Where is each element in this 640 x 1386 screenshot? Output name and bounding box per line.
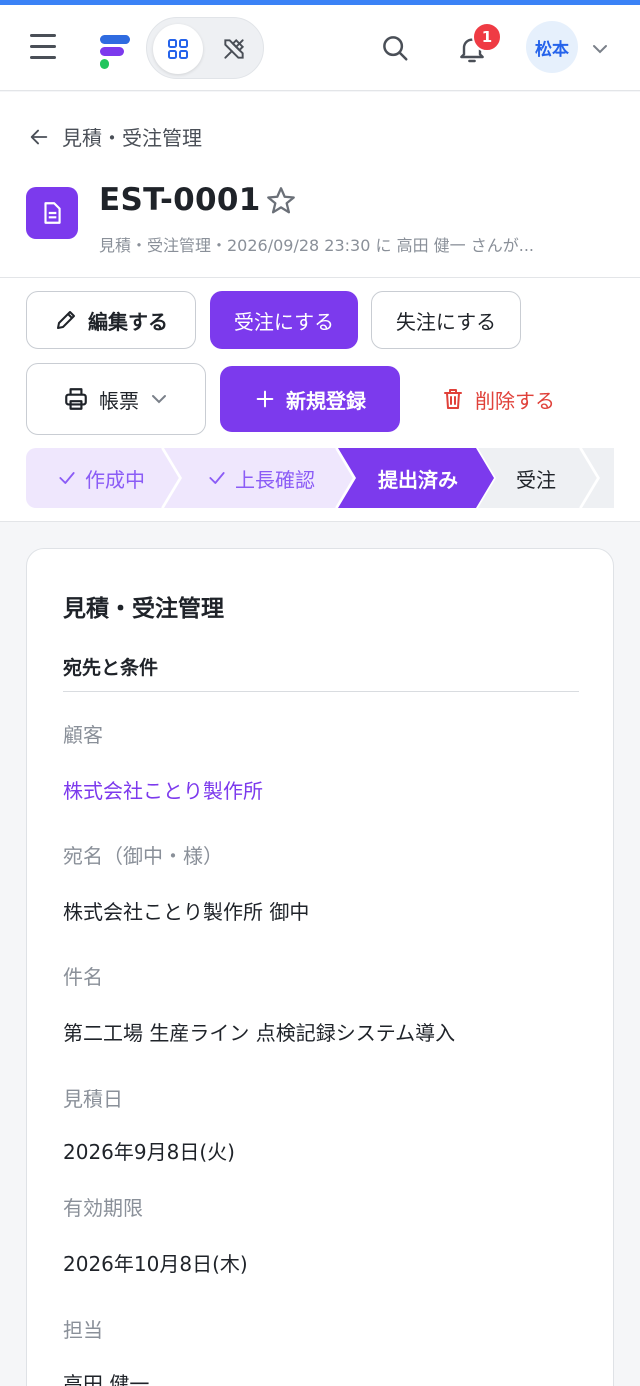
step-ordered[interactable]: 受注 bbox=[488, 448, 584, 508]
mark-ordered-label: 受注にする bbox=[233, 309, 335, 334]
field-label-owner: 担当 bbox=[63, 1318, 103, 1342]
card-title: 見積・受注管理 bbox=[63, 596, 224, 622]
step-submitted[interactable]: 提出済み bbox=[348, 448, 488, 508]
check-icon bbox=[59, 472, 75, 484]
app-logo-icon[interactable] bbox=[98, 31, 134, 71]
pencil-icon bbox=[57, 311, 75, 329]
menu-icon[interactable] bbox=[30, 34, 62, 62]
notification-badge: 1 bbox=[472, 22, 502, 52]
search-icon bbox=[383, 36, 408, 61]
step-drafting[interactable]: 作成中 bbox=[26, 448, 176, 508]
step-label: 上長確認 bbox=[235, 467, 315, 492]
plus-icon bbox=[256, 390, 274, 408]
detail-card: 見積・受注管理 宛先と条件 顧客 株式会社ことり製作所 宛名（御中・様） 株式会… bbox=[26, 548, 614, 1386]
section-divider bbox=[63, 691, 579, 692]
delete-button-label: 削除する bbox=[475, 388, 555, 413]
new-record-button[interactable]: 新規登録 bbox=[220, 366, 400, 432]
action-bar: 編集する 受注にする 失注にする 帳票 新規登録 削除する 作成中 上長確認 提… bbox=[0, 278, 640, 522]
status-stepper: 作成中 上長確認 提出済み 受注 bbox=[26, 448, 614, 508]
field-value-customer-link[interactable]: 株式会社ことり製作所 bbox=[63, 775, 263, 804]
field-value-addressee: 株式会社ことり製作所 御中 bbox=[63, 900, 310, 924]
mark-ordered-button[interactable]: 受注にする bbox=[210, 291, 358, 349]
edit-button[interactable]: 編集する bbox=[26, 291, 196, 349]
section-title: 宛先と条件 bbox=[63, 657, 159, 679]
chevron-down-icon bbox=[152, 395, 166, 404]
arrow-left-icon bbox=[30, 129, 48, 144]
record-header: 見積・受注管理 EST-0001 見積・受注管理・2026/09/28 23:3… bbox=[0, 92, 640, 278]
mark-lost-button[interactable]: 失注にする bbox=[371, 291, 521, 349]
new-record-label: 新規登録 bbox=[286, 388, 366, 413]
tools-tab[interactable] bbox=[209, 24, 259, 74]
user-avatar[interactable]: 松本 bbox=[526, 21, 578, 73]
tools-icon bbox=[224, 38, 245, 59]
delete-button[interactable]: 削除する bbox=[428, 366, 568, 432]
back-link[interactable]: 見積・受注管理 bbox=[28, 122, 202, 151]
document-icon bbox=[26, 187, 78, 239]
field-label-estimate-date: 見積日 bbox=[63, 1087, 123, 1111]
step-label: 提出済み bbox=[378, 467, 458, 492]
page-title: EST-0001 bbox=[99, 182, 261, 218]
search-button[interactable] bbox=[376, 29, 414, 67]
field-value-subject: 第二工場 生産ライン 点検記録システム導入 bbox=[63, 1021, 456, 1045]
field-label-subject: 件名 bbox=[63, 965, 103, 989]
mark-lost-label: 失注にする bbox=[395, 309, 497, 334]
page-subtitle: 見積・受注管理・2026/09/28 23:30 に 高田 健一 さんが... bbox=[99, 236, 535, 255]
grid-icon bbox=[168, 39, 188, 59]
apps-grid-tab[interactable] bbox=[153, 24, 203, 74]
step-manager-review[interactable]: 上長確認 bbox=[176, 448, 346, 508]
printer-icon bbox=[65, 388, 87, 410]
step-label: 受注 bbox=[516, 467, 556, 492]
field-value-estimate-date: 2026年9月8日(火) bbox=[63, 1140, 235, 1164]
field-label-customer: 顧客 bbox=[63, 723, 103, 747]
print-forms-dropdown[interactable]: 帳票 bbox=[26, 363, 206, 435]
top-app-bar: 1 松本 bbox=[0, 5, 640, 91]
field-label-addressee: 宛名（御中・様） bbox=[63, 844, 223, 868]
step-label: 作成中 bbox=[85, 467, 145, 492]
field-value-owner: 高田 健一 bbox=[63, 1372, 150, 1386]
field-value-expiry: 2026年10月8日(木) bbox=[63, 1252, 248, 1276]
chevron-down-icon[interactable] bbox=[590, 41, 610, 55]
app-mode-switch bbox=[146, 17, 264, 79]
back-link-label: 見積・受注管理 bbox=[62, 126, 202, 150]
check-icon bbox=[209, 472, 225, 484]
trash-icon bbox=[444, 389, 462, 409]
star-icon[interactable] bbox=[264, 184, 298, 218]
edit-button-label: 編集する bbox=[88, 309, 168, 334]
field-label-expiry: 有効期限 bbox=[63, 1196, 143, 1220]
print-forms-label: 帳票 bbox=[99, 388, 139, 413]
